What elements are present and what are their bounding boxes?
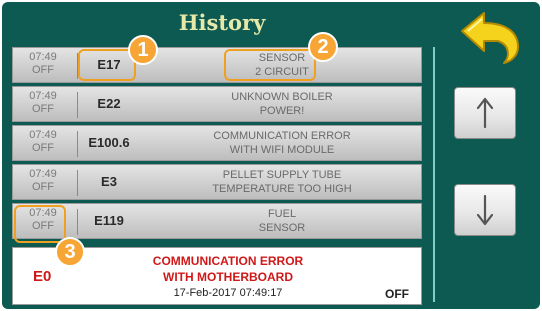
scroll-track bbox=[433, 47, 435, 302]
arrow-down-icon bbox=[476, 194, 494, 226]
entry-status: OFF bbox=[32, 181, 54, 193]
error-code: E119 bbox=[94, 213, 124, 228]
annotation-box-error-code bbox=[78, 49, 136, 81]
error-description-line1: FUEL bbox=[267, 208, 297, 220]
error-description-line2: POWER! bbox=[259, 105, 305, 117]
scroll-up-button[interactable] bbox=[454, 87, 516, 139]
entry-time-status: 07:49 OFF bbox=[13, 129, 73, 155]
entry-time-status: 07:49 OFF bbox=[13, 51, 73, 77]
arrow-up-icon bbox=[476, 97, 494, 129]
current-error-description: COMMUNICATION ERROR WITH MOTHERBOARD bbox=[113, 253, 343, 285]
error-description-line2: TEMPERATURE TOO HIGH bbox=[212, 183, 352, 195]
entry-time-status: 07:49 OFF bbox=[13, 90, 73, 116]
back-button[interactable] bbox=[454, 7, 526, 67]
page-title: History bbox=[178, 10, 266, 35]
error-description-line1: PELLET SUPPLY TUBE bbox=[222, 169, 342, 181]
history-row-1[interactable]: 07:49 OFF E17 SENSOR 2 CIRCUIT bbox=[12, 47, 422, 83]
error-description: COMMUNICATION ERROR WITH WIFI MODULE bbox=[143, 129, 421, 157]
error-description-line2: WITH WIFI MODULE bbox=[229, 144, 335, 156]
error-code: E3 bbox=[101, 174, 117, 189]
history-row-4[interactable]: 07:49 OFF E3 PELLET SUPPLY TUBE TEMPERAT… bbox=[12, 164, 422, 200]
annotation-box-description bbox=[224, 49, 316, 81]
row-divider bbox=[77, 92, 78, 118]
back-arrow-icon bbox=[461, 12, 519, 64]
entry-status: OFF bbox=[32, 142, 54, 154]
scroll-down-button[interactable] bbox=[454, 184, 516, 236]
history-screen: History 07:49 OFF E17 SENSOR 2 CIRCUIT 0… bbox=[2, 2, 540, 309]
error-description-line2: SENSOR bbox=[258, 222, 306, 234]
annotation-marker-1: 1 bbox=[128, 35, 158, 65]
entry-time: 07:49 bbox=[29, 168, 57, 180]
entry-time: 07:49 bbox=[29, 90, 57, 102]
history-row-3[interactable]: 07:49 OFF E100.6 COMMUNICATION ERROR WIT… bbox=[12, 125, 422, 161]
error-code: E100.6 bbox=[88, 135, 130, 150]
entry-status: OFF bbox=[32, 103, 54, 115]
error-code: E22 bbox=[97, 96, 121, 111]
annotation-marker-2: 2 bbox=[308, 32, 338, 62]
current-error-status: OFF bbox=[385, 287, 409, 301]
error-description: FUEL SENSOR bbox=[143, 207, 421, 235]
history-row-2[interactable]: 07:49 OFF E22 UNKNOWN BOILER POWER! bbox=[12, 86, 422, 122]
annotation-box-time-status bbox=[14, 205, 66, 243]
current-error-description-line2: WITH MOTHERBOARD bbox=[163, 270, 293, 284]
history-row-5[interactable]: 07:49 OFF E119 FUEL SENSOR bbox=[12, 203, 422, 239]
entry-time: 07:49 bbox=[29, 129, 57, 141]
row-divider bbox=[77, 131, 78, 157]
error-description: UNKNOWN BOILER POWER! bbox=[143, 90, 421, 118]
row-divider bbox=[77, 170, 78, 196]
annotation-marker-3: 3 bbox=[55, 237, 85, 267]
current-error-timestamp: 17-Feb-2017 07:49:17 bbox=[173, 287, 283, 299]
entry-status: OFF bbox=[32, 64, 54, 76]
history-list: 07:49 OFF E17 SENSOR 2 CIRCUIT 07:49 OFF… bbox=[12, 47, 422, 242]
error-description: PELLET SUPPLY TUBE TEMPERATURE TOO HIGH bbox=[143, 168, 421, 196]
current-error-code: E0 bbox=[33, 268, 52, 285]
error-description-line1: COMMUNICATION ERROR bbox=[213, 130, 351, 142]
row-divider bbox=[77, 209, 78, 235]
entry-time: 07:49 bbox=[29, 51, 57, 63]
entry-time-status: 07:49 OFF bbox=[13, 168, 73, 194]
error-description-line1: UNKNOWN BOILER bbox=[231, 91, 333, 103]
current-error-description-line1: COMMUNICATION ERROR bbox=[152, 254, 304, 268]
